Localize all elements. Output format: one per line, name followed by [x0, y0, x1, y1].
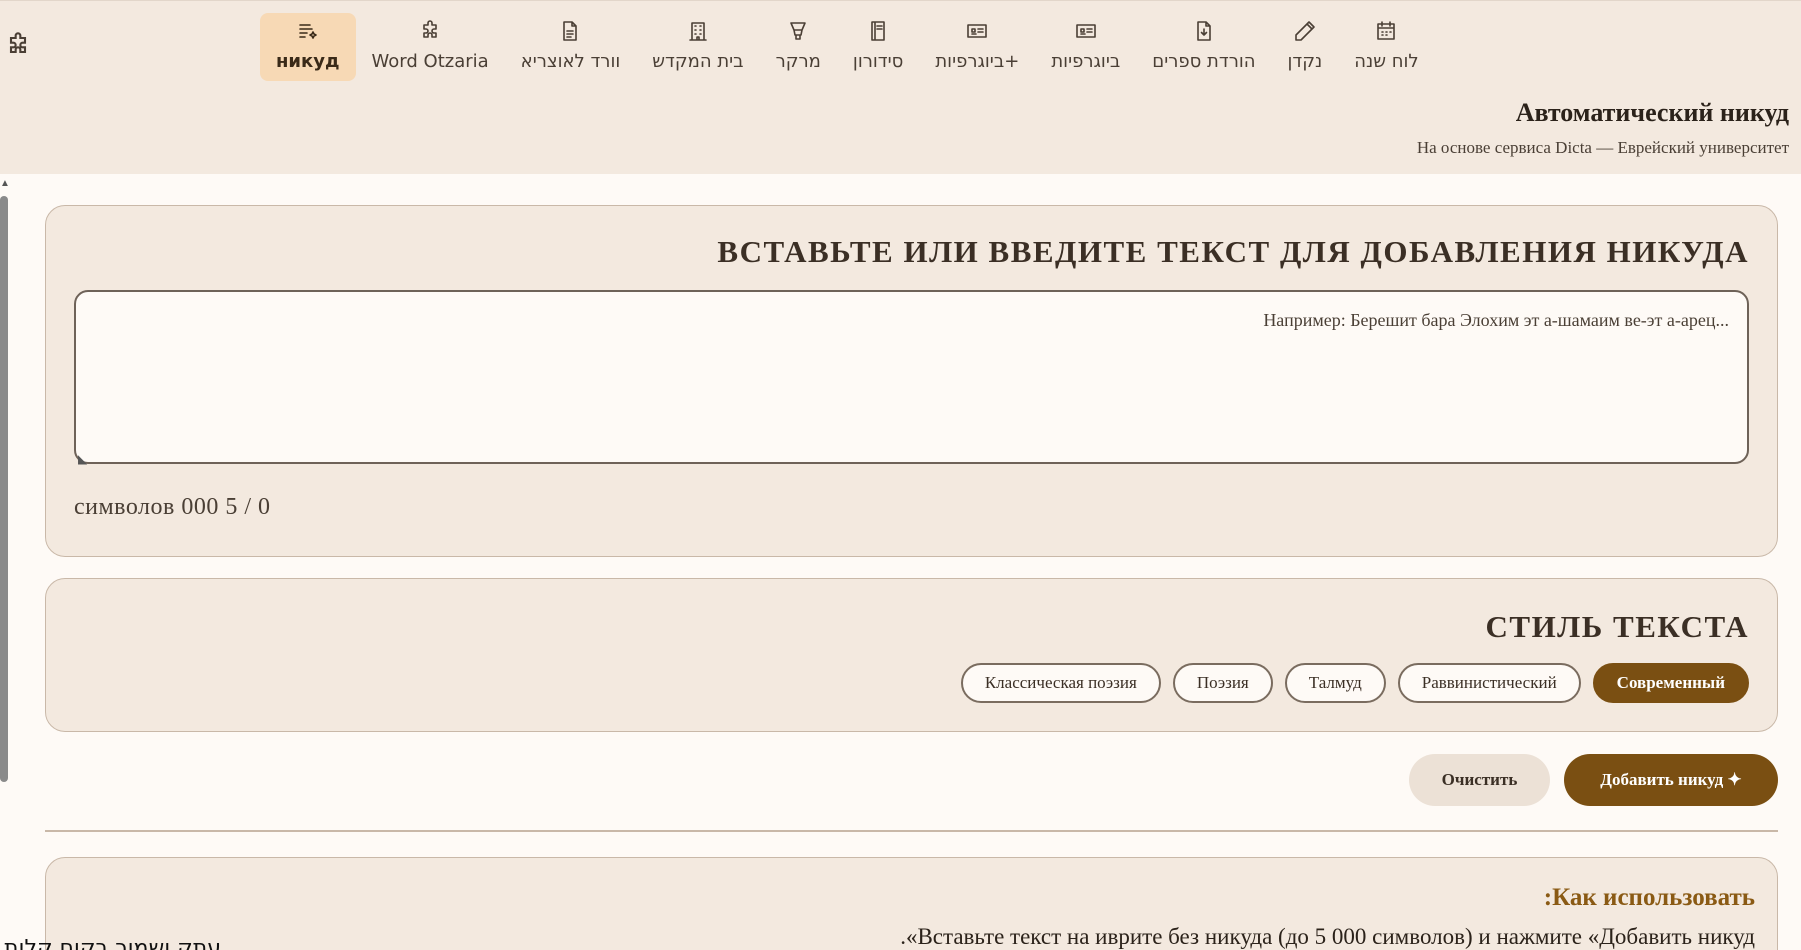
text-input[interactable] [74, 290, 1749, 464]
style-section-title: СТИЛЬ ТЕКСТА [1485, 609, 1749, 644]
text-input-card: ВСТАВЬТЕ ИЛИ ВВЕДИТЕ ТЕКСТ ДЛЯ ДОБАВЛЕНИ… [45, 205, 1778, 557]
scrollbar-thumb[interactable] [0, 196, 8, 782]
puzzle-icon [418, 19, 442, 43]
nav-item-siddur[interactable]: סידורון [837, 13, 919, 81]
resize-grip-icon[interactable]: ◣ [78, 452, 90, 466]
nav-item-label: ביוגרפיות [1051, 51, 1121, 72]
document-icon [558, 19, 582, 43]
highlighter-icon [786, 19, 810, 43]
bottom-overlay-text: עתק ושמור בקוח קלות [4, 936, 222, 950]
plugin-nav: никуд Word Otzaria וורד לאוצריא בית המקד… [260, 13, 1711, 81]
nav-item-label: סידורון [852, 51, 904, 72]
nav-item-nikud[interactable]: никуд [260, 13, 356, 81]
file-download-icon [1192, 19, 1216, 43]
nav-item-label: ביוגרפיות+ [935, 51, 1020, 72]
nav-item-label: никуд [276, 51, 340, 72]
top-toolbar: никуд Word Otzaria וורד לאוצריא בית המקד… [0, 0, 1801, 86]
text-sparkle-icon [296, 19, 320, 43]
pencil-icon [1293, 19, 1317, 43]
nav-item-biographies[interactable]: ביוגרפיות [1035, 13, 1136, 81]
id-card-icon [1074, 19, 1098, 43]
text-style-card: СТИЛЬ ТЕКСТА Современный Раввинистически… [45, 578, 1778, 732]
id-card-icon [965, 19, 989, 43]
nav-item-nakdan[interactable]: נקדן [1272, 13, 1339, 81]
nav-item-label: נקדן [1287, 51, 1323, 72]
how-to-use-text: .«Вставьте текст на иврите без никуда (д… [900, 924, 1755, 949]
nav-item-biographies-plus[interactable]: ביוגרפיות+ [919, 13, 1035, 81]
nav-item-label: בית המקדש [652, 51, 744, 72]
nav-item-book-download[interactable]: הורדת ספרים [1136, 13, 1271, 81]
style-option-talmud[interactable]: Талмуд [1284, 663, 1386, 703]
nav-item-label: וורד לאוצריא [520, 51, 621, 72]
nav-item-label: Word Otzaria [371, 51, 489, 72]
style-option-poetry[interactable]: Поэзия [1172, 663, 1273, 703]
nav-item-label: הורדת ספרים [1152, 51, 1256, 72]
how-to-use-card: :Как использовать .«Вставьте текст на ив… [45, 857, 1778, 950]
nav-item-beit-hamikdash[interactable]: בית המקדש [636, 13, 759, 81]
style-options: Современный Раввинистический Талмуд Поэз… [960, 663, 1749, 703]
page-subtitle: На основе сервиса Dicta — Еврейский унив… [1416, 138, 1789, 157]
style-option-modern[interactable]: Современный [1592, 663, 1749, 703]
style-option-rabbinic[interactable]: Раввинистический [1397, 663, 1581, 703]
how-to-use-title: :Как использовать [1543, 884, 1755, 911]
nav-item-marker[interactable]: מרקר [760, 13, 837, 81]
scroll-up-arrow[interactable]: ▲ [0, 178, 10, 190]
book-icon [866, 19, 890, 43]
nav-item-calendar[interactable]: לוח שנה [1338, 13, 1434, 81]
calendar-icon [1374, 19, 1398, 43]
clear-button[interactable]: Очистить [1409, 754, 1550, 806]
nav-item-label: מרקר [775, 51, 821, 72]
building-icon [686, 19, 710, 43]
puzzle-icon[interactable] [4, 31, 32, 59]
nav-item-word-to-otzaria[interactable]: וורד לאוצריא [505, 13, 637, 81]
nav-item-label: לוח שנה [1354, 51, 1419, 72]
divider [45, 830, 1778, 832]
nav-item-word-otzaria[interactable]: Word Otzaria [356, 13, 505, 81]
style-option-classic-poetry[interactable]: Классическая поэзия [960, 663, 1161, 703]
page-title: Автоматический никуд [1515, 98, 1789, 127]
page-header: Автоматический никуд На основе сервиса D… [0, 86, 1801, 174]
add-nikud-button[interactable]: Добавить никуд ✦ [1564, 754, 1778, 806]
input-section-title: ВСТАВЬТЕ ИЛИ ВВЕДИТЕ ТЕКСТ ДЛЯ ДОБАВЛЕНИ… [717, 234, 1749, 269]
character-counter: символов 000 5 / 0 [74, 494, 271, 520]
